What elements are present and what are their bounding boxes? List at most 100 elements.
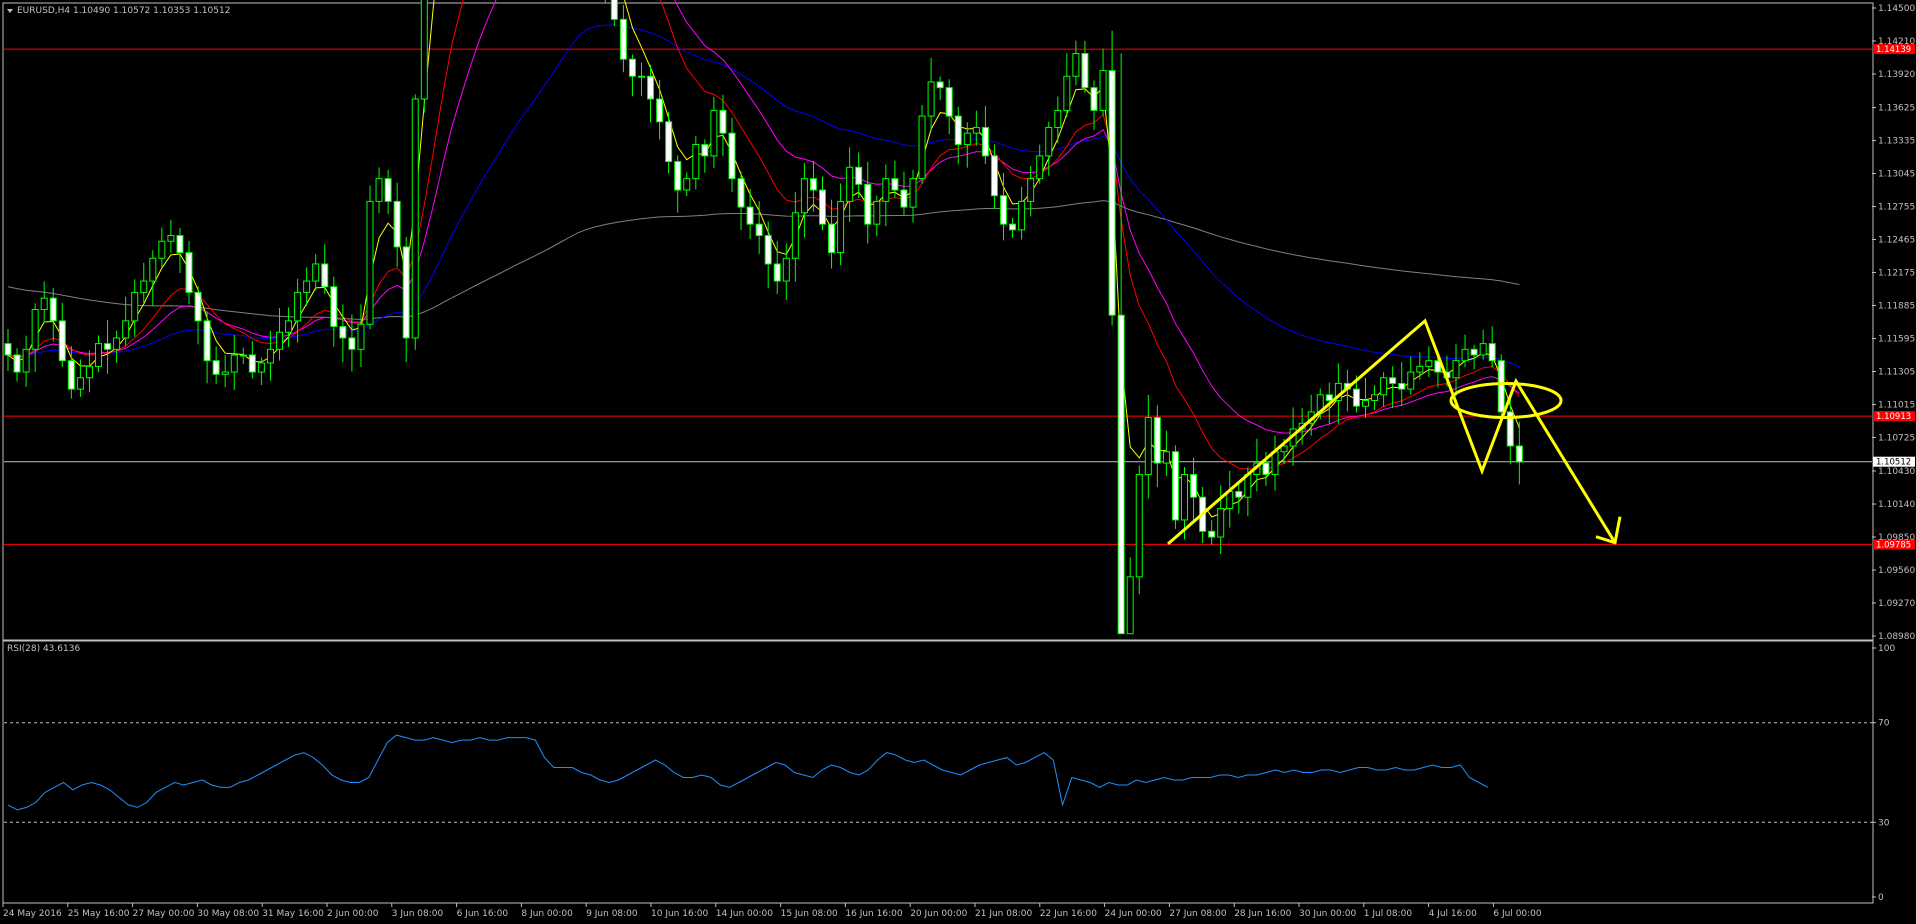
price-tick-label: 1.10140 [1878,500,1915,510]
candle-body-up [76,377,84,390]
candle-body-up [909,178,917,208]
candle-body-up [1045,126,1053,157]
candle-body-up [1181,473,1188,521]
candle-body-up [1407,371,1415,390]
time-tick-label: 24 May 2016 [3,909,62,919]
candle-body-up [285,320,293,333]
candle-body-up [710,109,718,157]
candle-body-up [1135,473,1143,578]
candle-body-up [972,126,980,134]
candle-body-up [375,178,383,202]
candle-body-down [809,178,817,191]
candle-body-down [339,326,347,339]
trading-chart[interactable]: 1.141391.109131.097851.10512 1.145001.14… [0,0,1916,924]
candle-body-down [185,252,193,293]
candle-body-down [990,155,998,197]
time-tick-label: 6 Jun 16:00 [457,909,509,919]
candle-body-up [95,343,102,367]
candle-body-up [131,291,139,322]
candle-body-down [248,354,256,373]
time-tick-label: 24 Jun 00:00 [1105,909,1162,919]
candle-body-up [1036,155,1044,180]
candle-body-up [22,348,30,373]
candle-body-up [1126,576,1134,635]
time-tick-label: 8 Jun 00:00 [521,909,573,919]
candle-body-up [31,308,39,350]
candle-body-up [167,235,175,242]
candle-body-up [1018,200,1026,231]
candle-body-up [221,371,229,375]
time-tick-label: 4 Jul 16:00 [1429,909,1478,919]
candle-body-down [1081,53,1089,89]
candle-body-up [1461,348,1469,362]
candle-body-up [40,297,48,310]
candle-body-down [647,75,655,100]
candle-body-up [1271,451,1279,475]
candle-body-down [773,263,781,282]
candle-body-up [158,240,166,259]
price-tick-label: 1.08980 [1878,632,1915,642]
time-tick-label: 30 May 08:00 [197,909,259,919]
time-tick-label: 25 May 16:00 [68,909,130,919]
rsi-label: RSI(28) 43.6136 [7,644,80,654]
candle-body-down [610,0,618,20]
candle-body-down [1235,491,1243,498]
candle-body-down [737,178,745,208]
time-tick-label: 3 Jun 08:00 [392,909,444,919]
candle-body-down [1398,382,1406,390]
candle-body-down [67,360,75,390]
rsi-tick-label: 0 [1878,893,1884,903]
candle-body-up [357,323,365,350]
candle-body-down [746,206,754,225]
candle-body-down [1108,70,1116,316]
candle-body-up [366,200,374,325]
candle-body-down [665,121,673,163]
price-tick-label: 1.12175 [1878,269,1915,279]
candle-body-up [1217,508,1225,538]
candle-body-down [13,354,21,373]
candle-body-down [656,98,664,123]
price-tick-label: 1.09560 [1878,566,1915,576]
candle-body-down [1153,417,1161,464]
price-tick-label: 1.13920 [1878,70,1915,80]
candle-body-down [1009,223,1017,231]
candle-body-up [1144,417,1152,475]
candle-body-down [1000,195,1007,225]
candle-body-up [257,362,265,373]
time-tick-label: 31 May 16:00 [262,909,324,919]
candle-body-up [791,212,799,259]
candle-body-down [384,178,392,202]
time-tick-label: 9 Jun 08:00 [586,909,638,919]
time-tick-label: 1 Jul 08:00 [1364,909,1413,919]
time-tick-label: 27 Jun 08:00 [1169,909,1226,919]
candle-body-down [1262,462,1270,475]
candle-body-down [1090,87,1098,111]
candle-body-down [1488,343,1496,362]
time-tick-label: 14 Jun 00:00 [716,909,773,919]
candle-body-down [330,286,338,328]
candle-body-up [276,331,283,350]
candle-body-up [1479,343,1487,356]
candle-body-down [321,263,329,288]
price-tick-label: 1.11305 [1878,367,1915,377]
candle-body-down [348,337,356,350]
price-tick-label: 1.09270 [1878,599,1915,609]
candle-body-up [918,115,926,180]
candle-body-down [104,343,112,350]
candle-body-down [1497,360,1505,413]
candle-body-down [755,223,763,237]
candle-body-down [864,183,872,225]
candle-body-up [782,257,790,282]
candle-body-down [194,291,202,322]
price-tick-label: 1.11015 [1878,400,1915,410]
time-tick-label: 21 Jun 08:00 [975,909,1032,919]
candle-body-down [49,297,57,322]
candle-body-up [266,348,274,364]
price-tick-label: 1.12755 [1878,203,1915,213]
rsi-tick-label: 100 [1878,644,1895,654]
candle-body-down [1171,451,1179,521]
candle-body-down [1470,348,1478,356]
candle-body-up [882,178,890,202]
candle-body-down [764,235,772,265]
candle-body-up [1063,75,1071,111]
